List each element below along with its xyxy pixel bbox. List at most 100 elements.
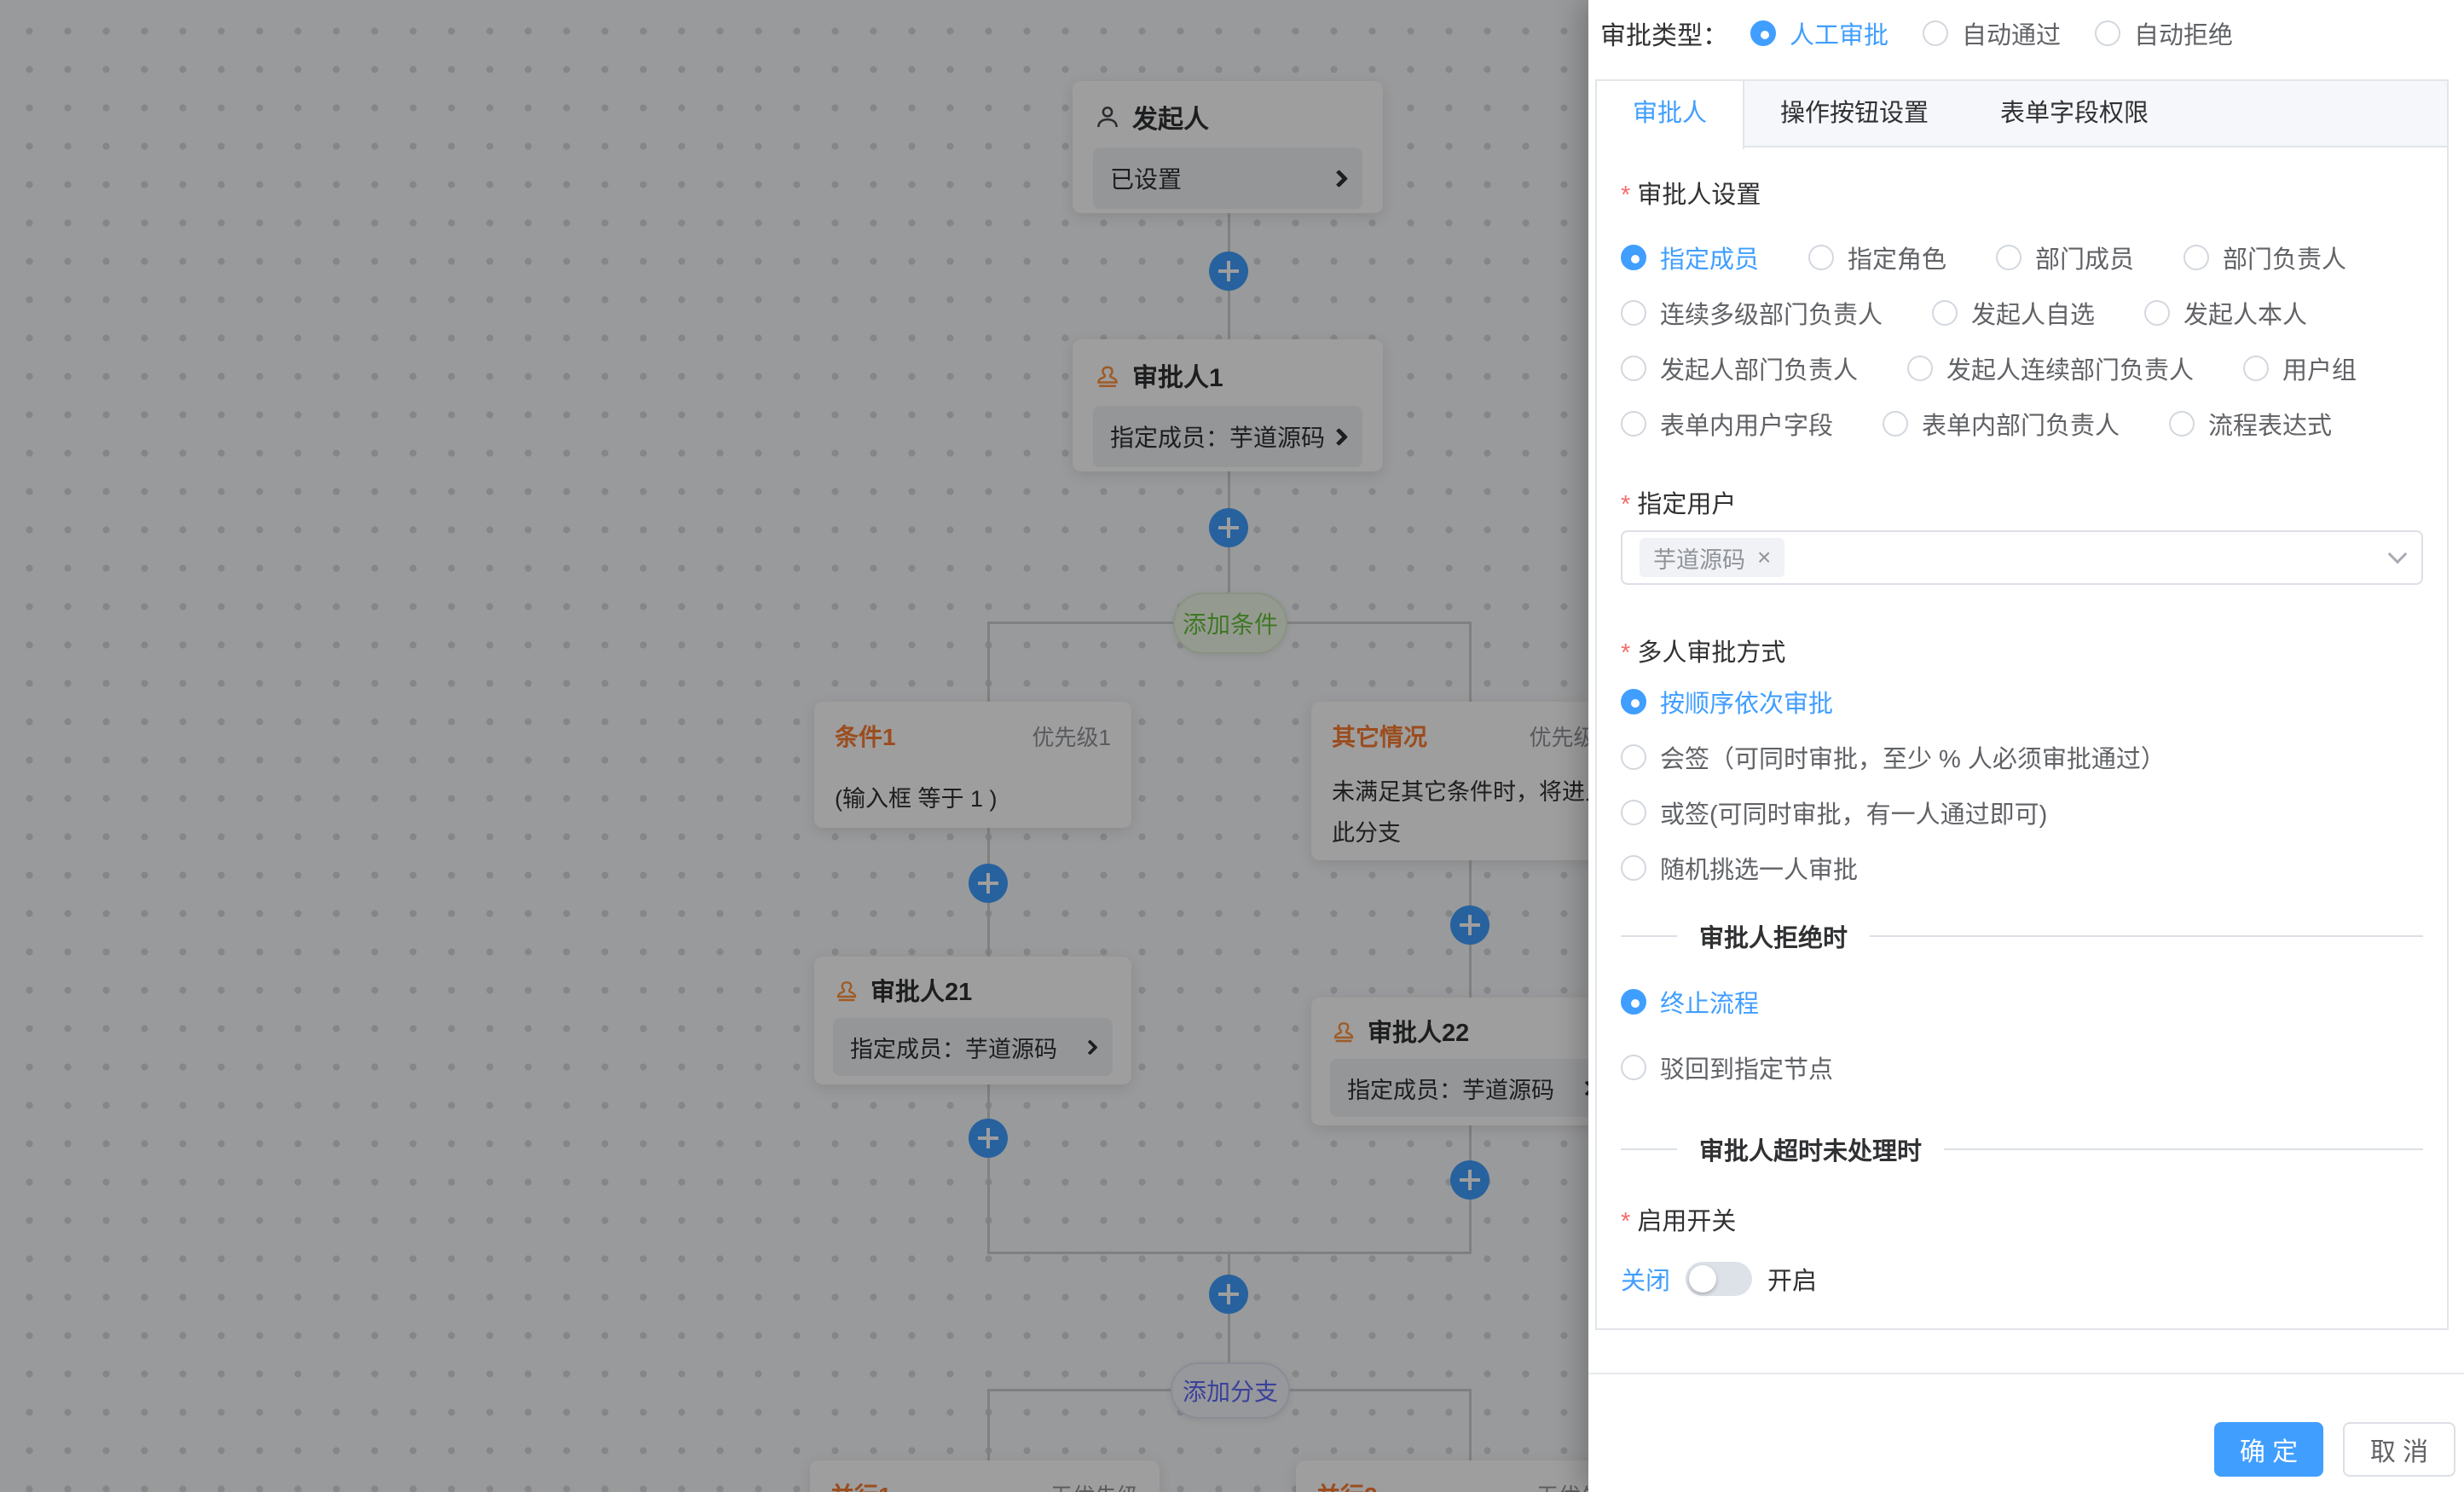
cancel-button[interactable]: 取 消 (2343, 1422, 2455, 1477)
assigned-user-select[interactable]: 芋道源码 (1621, 530, 2423, 585)
radio-circle (1923, 20, 1948, 46)
assigned-user-title: 指定用户 (1621, 484, 2423, 520)
close-icon[interactable] (1757, 546, 1771, 570)
radio-label: 发起人自选 (1971, 295, 2095, 331)
radio-circle (1883, 411, 1908, 437)
radio-starter-dept-leader[interactable]: 发起人部门负责人 (1621, 350, 1858, 386)
radio-multi-level-dept-leader[interactable]: 连续多级部门负责人 (1621, 295, 1883, 331)
radio-circle (2183, 245, 2209, 270)
radio-label: 或签(可同时审批，有一人通过即可) (1660, 795, 2047, 830)
reject-options: 终止流程 驳回到指定节点 (1621, 986, 2423, 1083)
approver-setting-title: 审批人设置 (1621, 175, 2423, 211)
radio-circle (2243, 356, 2269, 381)
radio-label: 发起人连续部门负责人 (1946, 350, 2194, 386)
switch-knob (1689, 1265, 1716, 1292)
multi-mode-options: 按顺序依次审批 会签（可同时审批，至少 % 人必须审批通过） 或签(可同时审批，… (1621, 686, 2423, 883)
radio-sequential-approval[interactable]: 按顺序依次审批 (1621, 686, 2423, 717)
radio-starter-multi-dept-leader[interactable]: 发起人连续部门负责人 (1907, 350, 2194, 386)
radio-circle (1621, 989, 1646, 1015)
tabs-header: 审批人 操作按钮设置 表单字段权限 (1597, 81, 2447, 147)
radio-label: 驳回到指定节点 (1660, 1050, 1833, 1085)
radio-circle (2095, 20, 2120, 46)
multi-mode-title: 多人审批方式 (1621, 633, 2423, 668)
radio-label: 自动通过 (1962, 15, 2061, 51)
radio-circle (1621, 855, 1646, 881)
radio-label: 表单内用户字段 (1660, 406, 1833, 442)
radio-label: 表单内部门负责人 (1922, 406, 2120, 442)
approver-setting-options: 指定成员 指定角色 部门成员 部门负责人 (1621, 242, 2423, 439)
radio-circle (1996, 245, 2022, 270)
radio-circle (1621, 689, 1646, 714)
footer-divider (1588, 1373, 2464, 1374)
switch-on-label: 开启 (1767, 1261, 1817, 1297)
tab-form-field-permission[interactable]: 表单字段权限 (1964, 81, 2184, 146)
timeout-divider: 审批人超时未处理时 (1621, 1131, 2423, 1167)
radio-label: 部门负责人 (2223, 240, 2346, 275)
radio-circle (1621, 1055, 1646, 1080)
radio-process-expression[interactable]: 流程表达式 (2169, 406, 2332, 442)
radio-auto-reject[interactable]: 自动拒绝 (2095, 15, 2233, 51)
confirm-button[interactable]: 确 定 (2214, 1422, 2323, 1477)
workflow-designer-page: 发起人 已设置 审批人1 指定成员：芋道源码 添加条件 (0, 0, 2464, 1492)
user-tag: 芋道源码 (1640, 538, 1784, 577)
radio-manual-approval[interactable]: 人工审批 (1750, 15, 1888, 51)
radio-starter-choose[interactable]: 发起人自选 (1932, 295, 2095, 331)
switch-off-label: 关闭 (1621, 1261, 1670, 1297)
radio-label: 终止流程 (1660, 984, 1759, 1020)
radio-dept-leader[interactable]: 部门负责人 (2183, 240, 2346, 275)
radio-random-one[interactable]: 随机挑选一人审批 (1621, 853, 2423, 883)
radio-circle (1932, 300, 1958, 326)
reject-divider: 审批人拒绝时 (1621, 918, 2423, 954)
radio-circle (1621, 245, 1646, 270)
radio-starter-self[interactable]: 发起人本人 (2144, 295, 2307, 331)
approval-type-label: 审批类型： (1600, 14, 1728, 52)
approval-type-row: 审批类型： 人工审批 自动通过 自动拒绝 (1600, 7, 2233, 60)
radio-label: 用户组 (2282, 350, 2357, 386)
radio-label: 会签（可同时审批，至少 % 人必须审批通过） (1660, 739, 2166, 775)
radio-countersign[interactable]: 会签（可同时审批，至少 % 人必须审批通过） (1621, 742, 2423, 772)
timeout-divider-label: 审批人超时未处理时 (1677, 1131, 1944, 1167)
radio-circle (2144, 300, 2170, 326)
tab-button-settings[interactable]: 操作按钮设置 (1744, 81, 1964, 146)
radio-circle (1907, 356, 1933, 381)
radio-label: 流程表达式 (2208, 406, 2332, 442)
radio-return-to-node[interactable]: 驳回到指定节点 (1621, 1052, 2423, 1083)
radio-label: 按顺序依次审批 (1660, 684, 1833, 720)
radio-label: 自动拒绝 (2134, 15, 2233, 51)
tab-panel-approver: 审批人设置 指定成员 指定角色 部门成员 (1597, 147, 2447, 1330)
enable-switch-title: 启用开关 (1621, 1201, 2423, 1237)
radio-assign-role[interactable]: 指定角色 (1808, 240, 1946, 275)
user-tag-label: 芋道源码 (1653, 541, 1745, 575)
radio-label: 指定角色 (1848, 240, 1946, 275)
enable-switch-row: 关闭 开启 (1621, 1261, 2423, 1297)
radio-user-group[interactable]: 用户组 (2243, 350, 2357, 386)
radio-label: 随机挑选一人审批 (1660, 850, 1858, 886)
radio-label: 人工审批 (1790, 15, 1888, 51)
radio-circle (1621, 411, 1646, 437)
approval-settings-drawer: 审批类型： 人工审批 自动通过 自动拒绝 审批人 操作按钮设置 表单字段权限 审… (1588, 0, 2464, 1492)
radio-label: 部门成员 (2035, 240, 2134, 275)
radio-assign-member[interactable]: 指定成员 (1621, 240, 1759, 275)
radio-label: 发起人本人 (2183, 295, 2307, 331)
radio-label: 连续多级部门负责人 (1660, 295, 1883, 331)
chevron-down-icon (2388, 545, 2408, 564)
radio-form-user-field[interactable]: 表单内用户字段 (1621, 406, 1833, 442)
radio-circle (2169, 411, 2195, 437)
enable-switch[interactable] (1686, 1262, 1752, 1296)
radio-orsign[interactable]: 或签(可同时审批，有一人通过即可) (1621, 797, 2423, 828)
radio-dept-member[interactable]: 部门成员 (1996, 240, 2134, 275)
radio-circle (1621, 800, 1646, 825)
reject-divider-label: 审批人拒绝时 (1677, 918, 1870, 954)
radio-circle (1621, 300, 1646, 326)
radio-circle (1808, 245, 1834, 270)
radio-circle (1621, 356, 1646, 381)
radio-label: 发起人部门负责人 (1660, 350, 1858, 386)
radio-form-dept-leader[interactable]: 表单内部门负责人 (1883, 406, 2120, 442)
radio-label: 指定成员 (1660, 240, 1759, 275)
radio-auto-pass[interactable]: 自动通过 (1923, 15, 2061, 51)
radio-circle (1621, 744, 1646, 770)
radio-circle (1750, 20, 1776, 46)
radio-terminate-process[interactable]: 终止流程 (1621, 986, 2423, 1017)
settings-tabs-card: 审批人 操作按钮设置 表单字段权限 审批人设置 指定成员 指定角色 (1595, 79, 2449, 1330)
tab-approver[interactable]: 审批人 (1597, 81, 1744, 149)
